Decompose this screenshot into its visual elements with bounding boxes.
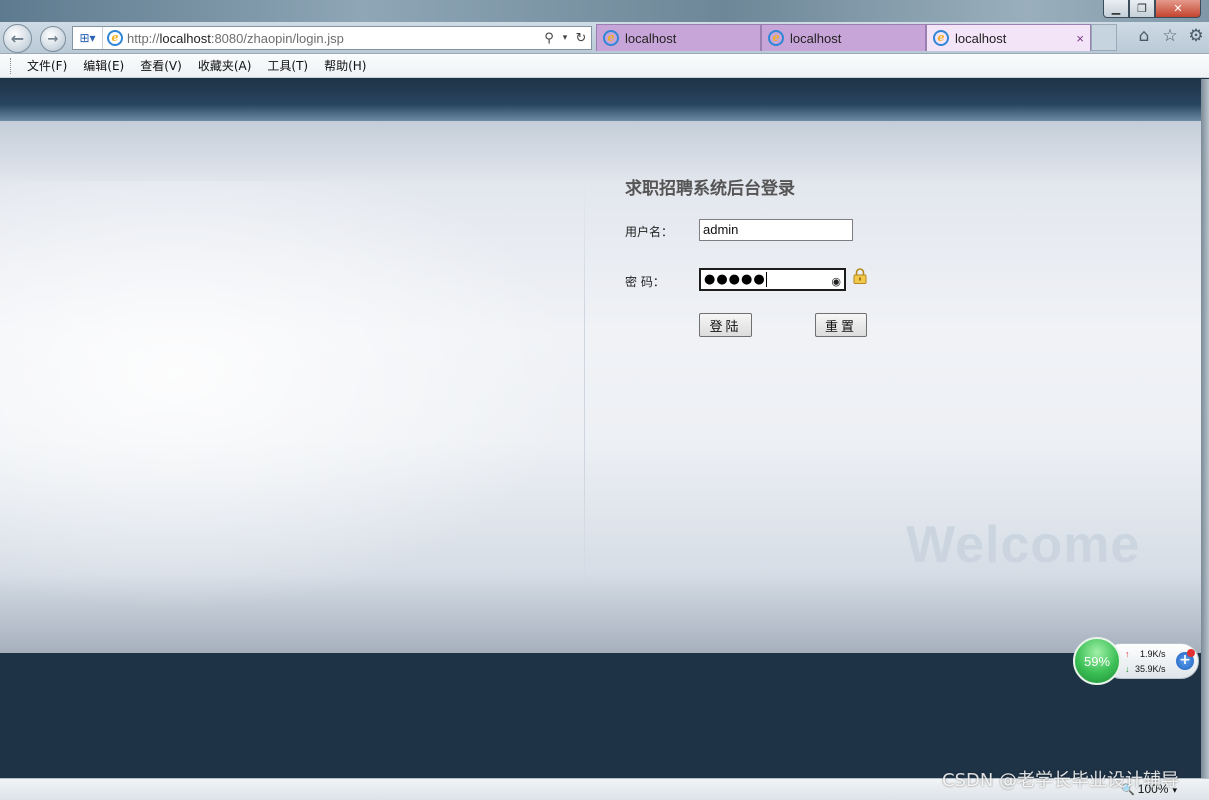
minimize-button[interactable]: ▁ <box>1103 0 1129 18</box>
favorites-star-icon[interactable]: ☆ <box>1161 26 1179 46</box>
refresh-icon: ↻ <box>575 30 587 46</box>
address-dropdown-button[interactable]: ▾ <box>559 33 571 43</box>
search-button[interactable]: ⚲ <box>539 31 559 46</box>
chevron-down-icon: ▾ <box>562 33 568 43</box>
address-input[interactable]: http://localhost:8080/zhaopin/login.jsp <box>123 31 539 46</box>
download-speed-row: ↓ 35.9K/s <box>1125 664 1166 674</box>
upload-arrow-icon: ↑ <box>1125 649 1130 659</box>
upload-speed-row: ↑ 1.9K/s <box>1125 649 1166 659</box>
decorative-glow <box>0 181 584 611</box>
notification-dot <box>1187 649 1195 657</box>
username-input[interactable]: admin <box>699 219 853 241</box>
ie-tab-icon: e <box>768 30 784 46</box>
reveal-password-icon[interactable]: ◉ <box>831 272 841 291</box>
refresh-button[interactable]: ↻ <box>571 31 591 46</box>
page-header-band <box>0 79 1201 121</box>
tab-strip: e localhost e localhost e localhost × <box>596 24 1117 51</box>
menu-file[interactable]: 文件(F) <box>19 57 75 74</box>
address-path: :8080/zhaopin/login.jsp <box>210 30 344 46</box>
gear-icon[interactable]: ⚙ <box>1187 26 1205 46</box>
ie-tab-icon: e <box>933 30 949 46</box>
compatibility-view-button[interactable]: ⊞▾ <box>73 27 103 49</box>
menu-view[interactable]: 查看(V) <box>132 57 190 74</box>
panel-divider <box>584 176 585 616</box>
new-tab-button[interactable] <box>1091 24 1117 51</box>
menu-tools[interactable]: 工具(T) <box>259 57 316 74</box>
tab-localhost-1[interactable]: e localhost <box>596 24 761 51</box>
menu-edit[interactable]: 编辑(E) <box>75 57 132 74</box>
password-label: 密 码： <box>625 275 665 289</box>
menu-bar: 文件(F) 编辑(E) 查看(V) 收藏夹(A) 工具(T) 帮助(H) <box>0 54 1209 78</box>
restore-icon: ❐ <box>1137 2 1147 15</box>
login-button[interactable]: 登陆 <box>699 313 752 337</box>
page-scrollbar[interactable] <box>1201 79 1209 778</box>
text-caret <box>765 272 767 287</box>
window-title-bar: ▁ ❐ ✕ <box>0 0 1209 22</box>
network-speed-widget[interactable]: 59% ↑ 1.9K/s ↓ 35.9K/s + <box>1073 637 1199 685</box>
ie-tab-icon: e <box>603 30 619 46</box>
download-arrow-icon: ↓ <box>1125 664 1130 674</box>
restore-button[interactable]: ❐ <box>1129 0 1155 18</box>
reset-button[interactable]: 重置 <box>815 313 867 337</box>
tab-localhost-2[interactable]: e localhost <box>761 24 926 51</box>
password-mask: ●●●●● <box>704 272 766 287</box>
back-button[interactable]: ← <box>3 24 32 53</box>
browser-tools: ⌂ ☆ ⚙ <box>1135 26 1205 46</box>
page-footer-band <box>0 653 1201 778</box>
forward-arrow-icon: → <box>47 31 59 47</box>
address-bar[interactable]: ⊞▾ e http://localhost:8080/zhaopin/login… <box>72 26 592 50</box>
menu-grip <box>10 57 13 74</box>
address-host: localhost <box>159 30 211 46</box>
upload-speed: 1.9K/s <box>1140 649 1166 659</box>
compatibility-icon: ⊞▾ <box>79 31 96 45</box>
window-controls: ▁ ❐ ✕ <box>1103 0 1201 18</box>
tab-label: localhost <box>625 30 677 46</box>
speed-percent-badge[interactable]: 59% <box>1073 637 1121 685</box>
menu-help[interactable]: 帮助(H) <box>316 57 374 74</box>
csdn-watermark: CSDN @老学长毕业设计辅导 <box>942 770 1180 791</box>
tab-label: localhost <box>790 30 842 46</box>
back-arrow-icon: ← <box>10 29 25 48</box>
welcome-watermark: Welcome <box>906 516 1141 574</box>
search-icon: ⚲ <box>544 30 554 46</box>
minimize-icon: ▁ <box>1111 2 1121 15</box>
login-title: 求职招聘系统后台登录 <box>625 179 795 199</box>
home-icon[interactable]: ⌂ <box>1135 26 1153 46</box>
close-window-button[interactable]: ✕ <box>1155 0 1201 18</box>
username-label: 用户名： <box>625 225 674 239</box>
close-icon: ✕ <box>1173 2 1183 15</box>
navigation-bar: ← → ⊞▾ e http://localhost:8080/zhaopin/l… <box>0 22 1209 54</box>
password-input[interactable]: ●●●●● ◉ <box>699 268 846 291</box>
ie-page-icon: e <box>107 30 123 46</box>
address-prefix: http:// <box>127 30 160 46</box>
download-speed: 35.9K/s <box>1135 664 1166 674</box>
login-panel-background: Welcome <box>0 121 1201 653</box>
tab-localhost-active[interactable]: e localhost × <box>926 24 1091 51</box>
tab-label: localhost <box>955 30 1007 46</box>
tab-close-icon[interactable]: × <box>1076 31 1084 46</box>
forward-button[interactable]: → <box>40 26 66 52</box>
menu-favorites[interactable]: 收藏夹(A) <box>190 57 260 74</box>
lock-icon <box>853 268 867 284</box>
